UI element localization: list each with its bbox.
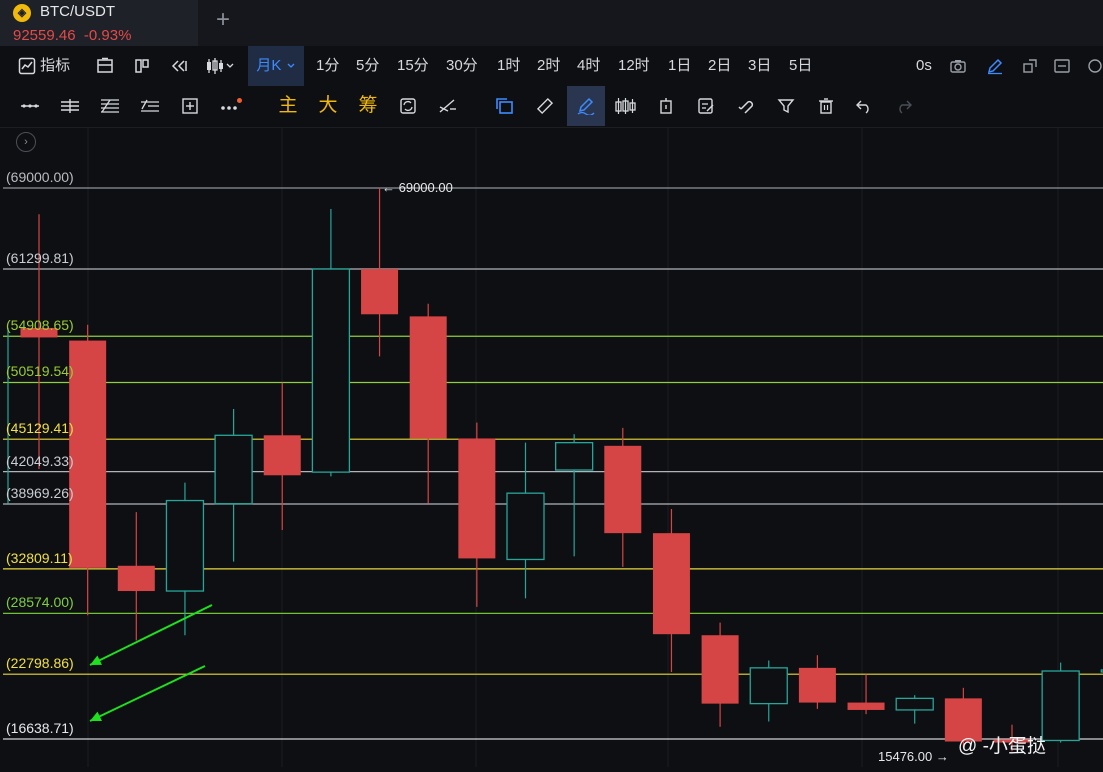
level-label: (50519.54) [6,363,74,380]
countdown-timer: 0s [916,57,932,74]
chips-button[interactable]: 筹 [350,86,386,126]
candlestick-chart [3,127,1103,767]
candle-body [749,667,788,705]
candle-body [263,435,301,476]
interval-1d[interactable]: 1日 [668,46,691,86]
price-chart[interactable]: (69000.00) (61299.81) (54908.65) (50519.54)… [0,127,1103,767]
candle-body [506,492,545,561]
split-view-icon[interactable] [133,46,151,86]
pencil-icon[interactable] [986,46,1004,86]
symbol-name: BTC/USDT [40,3,115,20]
candle-body [214,434,253,505]
candle-body [117,565,155,592]
candle-body [847,702,885,710]
candle-tool-icon[interactable] [608,86,644,126]
candle-body [69,340,107,568]
interval-3d[interactable]: 3日 [748,46,771,86]
layout-icon[interactable] [96,46,114,86]
interval-4h[interactable]: 4时 [577,46,600,86]
binance-coin-icon: ◈ [13,4,31,22]
candlestick-icon [207,58,223,75]
main-indicator-button[interactable]: 主 [270,86,306,126]
magnet-icon[interactable] [728,86,764,126]
indicator-chart-icon [18,57,36,75]
more-tools-icon[interactable] [212,86,248,126]
candle-body [798,667,836,703]
candle-body [701,635,739,704]
trend-lines-icon[interactable] [132,86,168,126]
indicators-label: 指标 [40,57,71,74]
candle-body [311,268,351,473]
trash-icon[interactable] [808,86,844,126]
level-label: (38969.26) [6,485,74,501]
level-label: (61299.81) [6,250,74,267]
candle-body [555,442,594,471]
level-label: (16638.71) [6,720,74,736]
candle-body [458,438,496,559]
last-price: 92559.46 -0.93% [13,27,132,44]
compare-icon[interactable] [430,86,466,126]
sync-icon[interactable] [390,86,426,126]
add-tab-button[interactable]: + [216,6,230,34]
chart-type-dropdown[interactable] [205,46,235,86]
drawing-toolbar: 主 大 筹 [0,86,1103,128]
interval-selector[interactable]: 月K [248,46,304,86]
ruler-icon[interactable] [527,86,563,126]
candle-body [895,697,934,711]
watermark: @ -小蛋挞 [958,736,1046,757]
redo-icon[interactable] [886,86,922,126]
filter-icon[interactable] [768,86,804,126]
candle-body [652,533,690,635]
chevron-down-icon [226,63,234,68]
interval-15m[interactable]: 15分 [397,46,429,86]
interval-2d[interactable]: 2日 [708,46,731,86]
level-label: (69000.00) [6,169,74,185]
popout-icon[interactable] [1021,46,1039,86]
high-marker: ← 69000.00 [382,180,453,195]
candle-body [165,499,205,592]
low-marker: 15476.00 → [878,749,949,765]
level-label: (54908.65) [6,317,74,334]
big-order-button[interactable]: 大 [310,86,346,126]
interval-30m[interactable]: 30分 [446,46,478,86]
parallel-lines-icon[interactable] [52,86,88,126]
candle-body [361,269,399,315]
interval-1h[interactable]: 1时 [497,46,520,86]
replay-icon[interactable] [170,46,188,86]
interval-5m[interactable]: 5分 [356,46,379,86]
camera-icon[interactable] [949,46,967,86]
price-note-icon[interactable] [648,86,684,126]
layers-icon[interactable] [487,86,523,126]
symbol-tab[interactable]: ◈ BTC/USDT 92559.46 -0.93% [0,0,198,46]
interval-1m[interactable]: 1分 [316,46,339,86]
candle-body [604,445,642,534]
interval-selected-label: 月K [256,57,282,74]
level-label: (32809.11) [6,549,73,566]
candle-body [1041,670,1080,742]
chevron-down-icon [287,63,295,68]
undo-icon[interactable] [846,86,882,126]
level-label: (42049.33) [6,452,74,469]
indicators-button[interactable]: 指标 [18,46,70,86]
draw-brush-icon[interactable] [567,86,605,126]
interval-5d[interactable]: 5日 [789,46,812,86]
tab-bar: ◈ BTC/USDT 92559.46 -0.93% + [0,0,1103,46]
fib-levels-icon[interactable] [92,86,128,126]
horizontal-ray-icon[interactable] [12,86,48,126]
candle-body [409,316,447,439]
measure-box-icon[interactable] [172,86,208,126]
interval-2h[interactable]: 2时 [537,46,560,86]
more-options-icon[interactable] [1086,46,1103,86]
settings-icon[interactable] [1053,46,1071,86]
edit-note-icon[interactable] [688,86,724,126]
level-label: (22798.86) [6,655,74,672]
level-label: (28574.00) [6,594,74,611]
level-label: (45129.41) [6,420,74,437]
interval-12h[interactable]: 12时 [618,46,650,86]
timeframe-toolbar: 指标 月K 1分 5分 15分 30分 1时 2时 4时 12时 1日 2日 3… [0,46,1103,86]
